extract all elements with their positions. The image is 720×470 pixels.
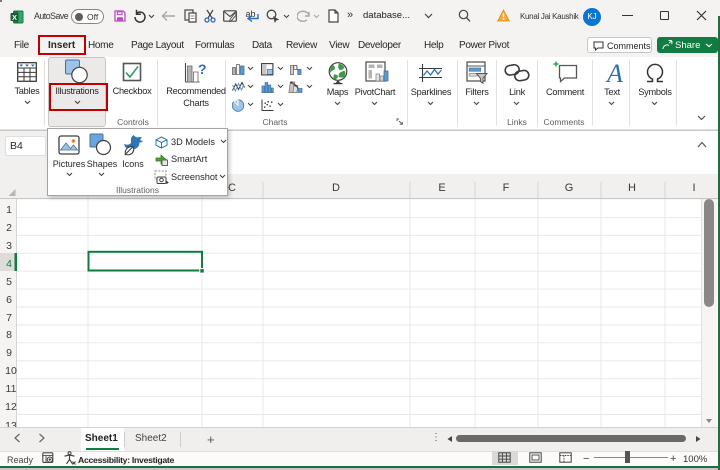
svg-text:3: 3 bbox=[6, 240, 12, 252]
svg-text:I: I bbox=[692, 182, 695, 194]
svg-text:4: 4 bbox=[6, 258, 12, 270]
svg-text:2: 2 bbox=[6, 222, 12, 234]
svg-text:7: 7 bbox=[6, 312, 12, 324]
svg-text:6: 6 bbox=[6, 294, 12, 306]
svg-text:1: 1 bbox=[6, 204, 12, 216]
svg-text:C: C bbox=[228, 182, 236, 194]
svg-text:ab: ab bbox=[246, 9, 256, 19]
svg-text:X: X bbox=[12, 13, 17, 22]
svg-text:?: ? bbox=[198, 61, 207, 77]
svg-text:H: H bbox=[628, 182, 636, 194]
svg-text:10: 10 bbox=[5, 365, 17, 377]
svg-text:F: F bbox=[503, 182, 510, 194]
svg-text:G: G bbox=[565, 182, 574, 194]
svg-text:9: 9 bbox=[6, 347, 12, 359]
svg-text:13: 13 bbox=[5, 420, 17, 427]
svg-text:D: D bbox=[332, 182, 340, 194]
svg-text:A: A bbox=[605, 61, 623, 85]
svg-text:E: E bbox=[438, 182, 445, 194]
svg-text:11: 11 bbox=[6, 383, 17, 395]
svg-text:5: 5 bbox=[6, 276, 12, 288]
svg-text:8: 8 bbox=[6, 329, 12, 341]
svg-text:12: 12 bbox=[5, 401, 17, 413]
